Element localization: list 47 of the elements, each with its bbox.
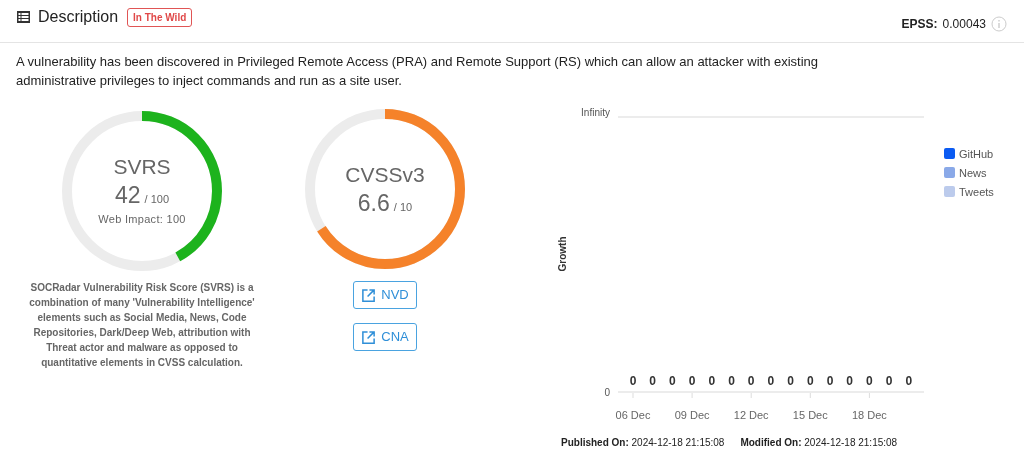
legend-label: GitHub [959, 148, 994, 160]
data-label: 0 [806, 374, 814, 388]
y-tick-label: Infinity [581, 107, 610, 118]
data-label: 0 [905, 374, 913, 388]
x-tick-label: 12 Dec [733, 409, 769, 421]
info-icon[interactable] [991, 16, 1007, 32]
x-tick-label: 06 Dec [615, 409, 651, 421]
reference-link-button[interactable]: NVD [353, 281, 417, 309]
legend-label: Tweets [959, 186, 994, 198]
list-icon [17, 11, 30, 23]
data-label: 0 [885, 374, 893, 388]
data-label: 0 [846, 374, 854, 388]
data-label: 0 [826, 374, 834, 388]
gauge-score: 6.6 [357, 190, 390, 216]
data-label: 0 [649, 374, 657, 388]
gauge-max: / 100 [144, 192, 169, 208]
x-tick-label: 15 Dec [792, 409, 828, 421]
y-tick-label: 0 [604, 387, 610, 398]
data-label: 0 [728, 374, 735, 388]
modified-date: Modified On: 2024-12-18 21:15:08 [740, 436, 898, 450]
reference-link-button[interactable]: CNA [353, 323, 417, 351]
legend-label: News [959, 167, 987, 179]
data-label: 0 [767, 374, 775, 388]
gauge-title: CVSSv3 [345, 162, 425, 188]
x-tick-label: 18 Dec [851, 409, 887, 421]
external-link-icon [361, 329, 377, 345]
gauge-title: SVRS [113, 154, 171, 181]
vulnerability-description: A vulnerability has been discovered in Privileged Remote Access (PRA) and Remote Support (RS) which can allow an attacker with existing administrative privileges to inject commands and run as a site user. [15, 53, 820, 90]
epss-value: 0.00043 [942, 16, 986, 33]
x-tick-label: 09 Dec [674, 409, 710, 421]
status-badge: In The Wild [127, 7, 193, 27]
gauge-subtitle: Web Impact: 100 [98, 212, 186, 228]
data-label: 0 [787, 374, 794, 388]
data-label: 0 [669, 374, 676, 388]
data-label: 0 [629, 374, 637, 388]
data-label: 0 [708, 374, 716, 388]
published-date: Published On: 2024-12-18 21:15:08 [561, 436, 725, 450]
data-label: 0 [866, 374, 873, 388]
external-link-icon [361, 287, 377, 303]
gauge-score: 42 [114, 182, 141, 209]
svrs-explanation: SOCRadar Vulnerability Risk Score (SVRS) is a combination of many 'Vulnerability Intelligence' elements such as Social Media, News, Code Repositories, Dark/Deep Web, attribution with Threat actor and malware as opposed to quantitative elements in CVSS calculation. [28, 281, 256, 370]
section-title: Description [38, 7, 119, 27]
data-label: 0 [747, 374, 755, 388]
gauge-max: / 10 [393, 200, 413, 215]
data-label: 0 [688, 374, 696, 388]
epss-label: EPSS: [901, 16, 938, 33]
y-axis-label: Growth [557, 236, 568, 272]
